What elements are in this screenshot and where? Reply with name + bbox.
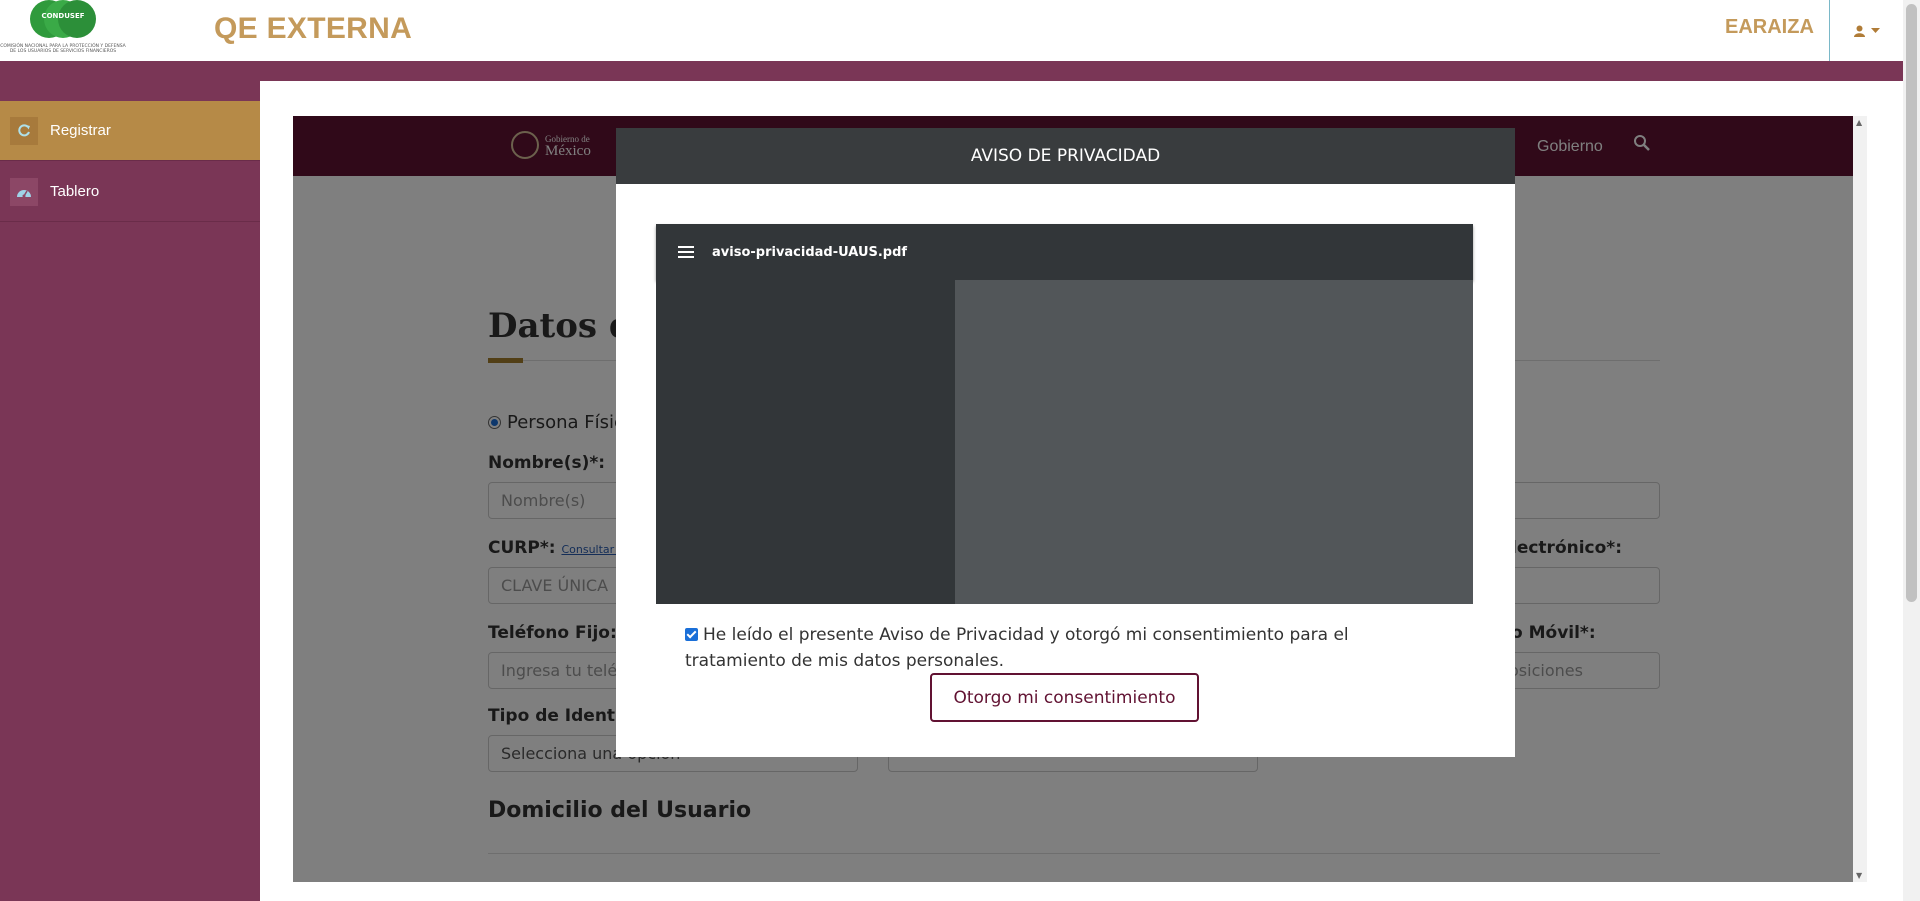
pdf-viewer[interactable]: aviso-privacidad-UAUS.pdf: [656, 224, 1473, 604]
pdf-thumbnail-sidebar[interactable]: [656, 280, 955, 604]
privacy-modal: AVISO DE PRIVACIDAD aviso-privacidad-UAU…: [616, 128, 1515, 757]
app-title: QE EXTERNA: [214, 12, 413, 45]
frame-scrollbar[interactable]: ▲ ▼: [1853, 116, 1867, 882]
modal-header: AVISO DE PRIVACIDAD: [616, 128, 1515, 184]
top-header: CONDUSEF COMISIÓN NACIONAL PARA LA PROTE…: [0, 0, 1903, 61]
sidebar: Registrar Tablero: [0, 81, 260, 901]
sidebar-item-label: Tablero: [50, 183, 100, 200]
sidebar-item-tablero[interactable]: Tablero: [0, 162, 260, 222]
window-scrollbar[interactable]: [1903, 0, 1920, 901]
user-menu-button[interactable]: [1829, 0, 1903, 61]
hamburger-menu-icon[interactable]: [678, 246, 694, 258]
scroll-up-icon[interactable]: ▲: [1856, 118, 1862, 127]
caret-down-icon: [1870, 27, 1880, 33]
consent-button[interactable]: Otorgo mi consentimiento: [930, 673, 1199, 722]
pdf-page-area[interactable]: [955, 280, 1473, 604]
scroll-down-icon[interactable]: ▼: [1856, 871, 1862, 880]
sidebar-item-label: Registrar: [50, 122, 111, 139]
dashboard-icon: [10, 177, 38, 206]
user-icon: [1853, 25, 1865, 37]
condusef-logo[interactable]: CONDUSEF COMISIÓN NACIONAL PARA LA PROTE…: [0, 0, 126, 61]
window-scrollbar-thumb[interactable]: [1906, 4, 1917, 602]
sidebar-item-registrar[interactable]: Registrar: [0, 101, 260, 161]
header-band: [0, 61, 1903, 81]
logo-caption: COMISIÓN NACIONAL PARA LA PROTECCIÓN Y D…: [0, 44, 126, 54]
consent-checkbox-row[interactable]: He leído el presente Aviso de Privacidad…: [685, 622, 1375, 674]
modal-title: AVISO DE PRIVACIDAD: [970, 146, 1161, 166]
consent-text: He leído el presente Aviso de Privacidad…: [685, 625, 1349, 671]
consent-checkbox[interactable]: [685, 628, 698, 641]
pdf-toolbar: aviso-privacidad-UAUS.pdf: [656, 224, 1473, 280]
refresh-icon: [10, 116, 38, 145]
pdf-filename: aviso-privacidad-UAUS.pdf: [712, 244, 908, 260]
logo-word: CONDUSEF: [41, 12, 85, 20]
username: EARAIZA: [1725, 16, 1814, 38]
